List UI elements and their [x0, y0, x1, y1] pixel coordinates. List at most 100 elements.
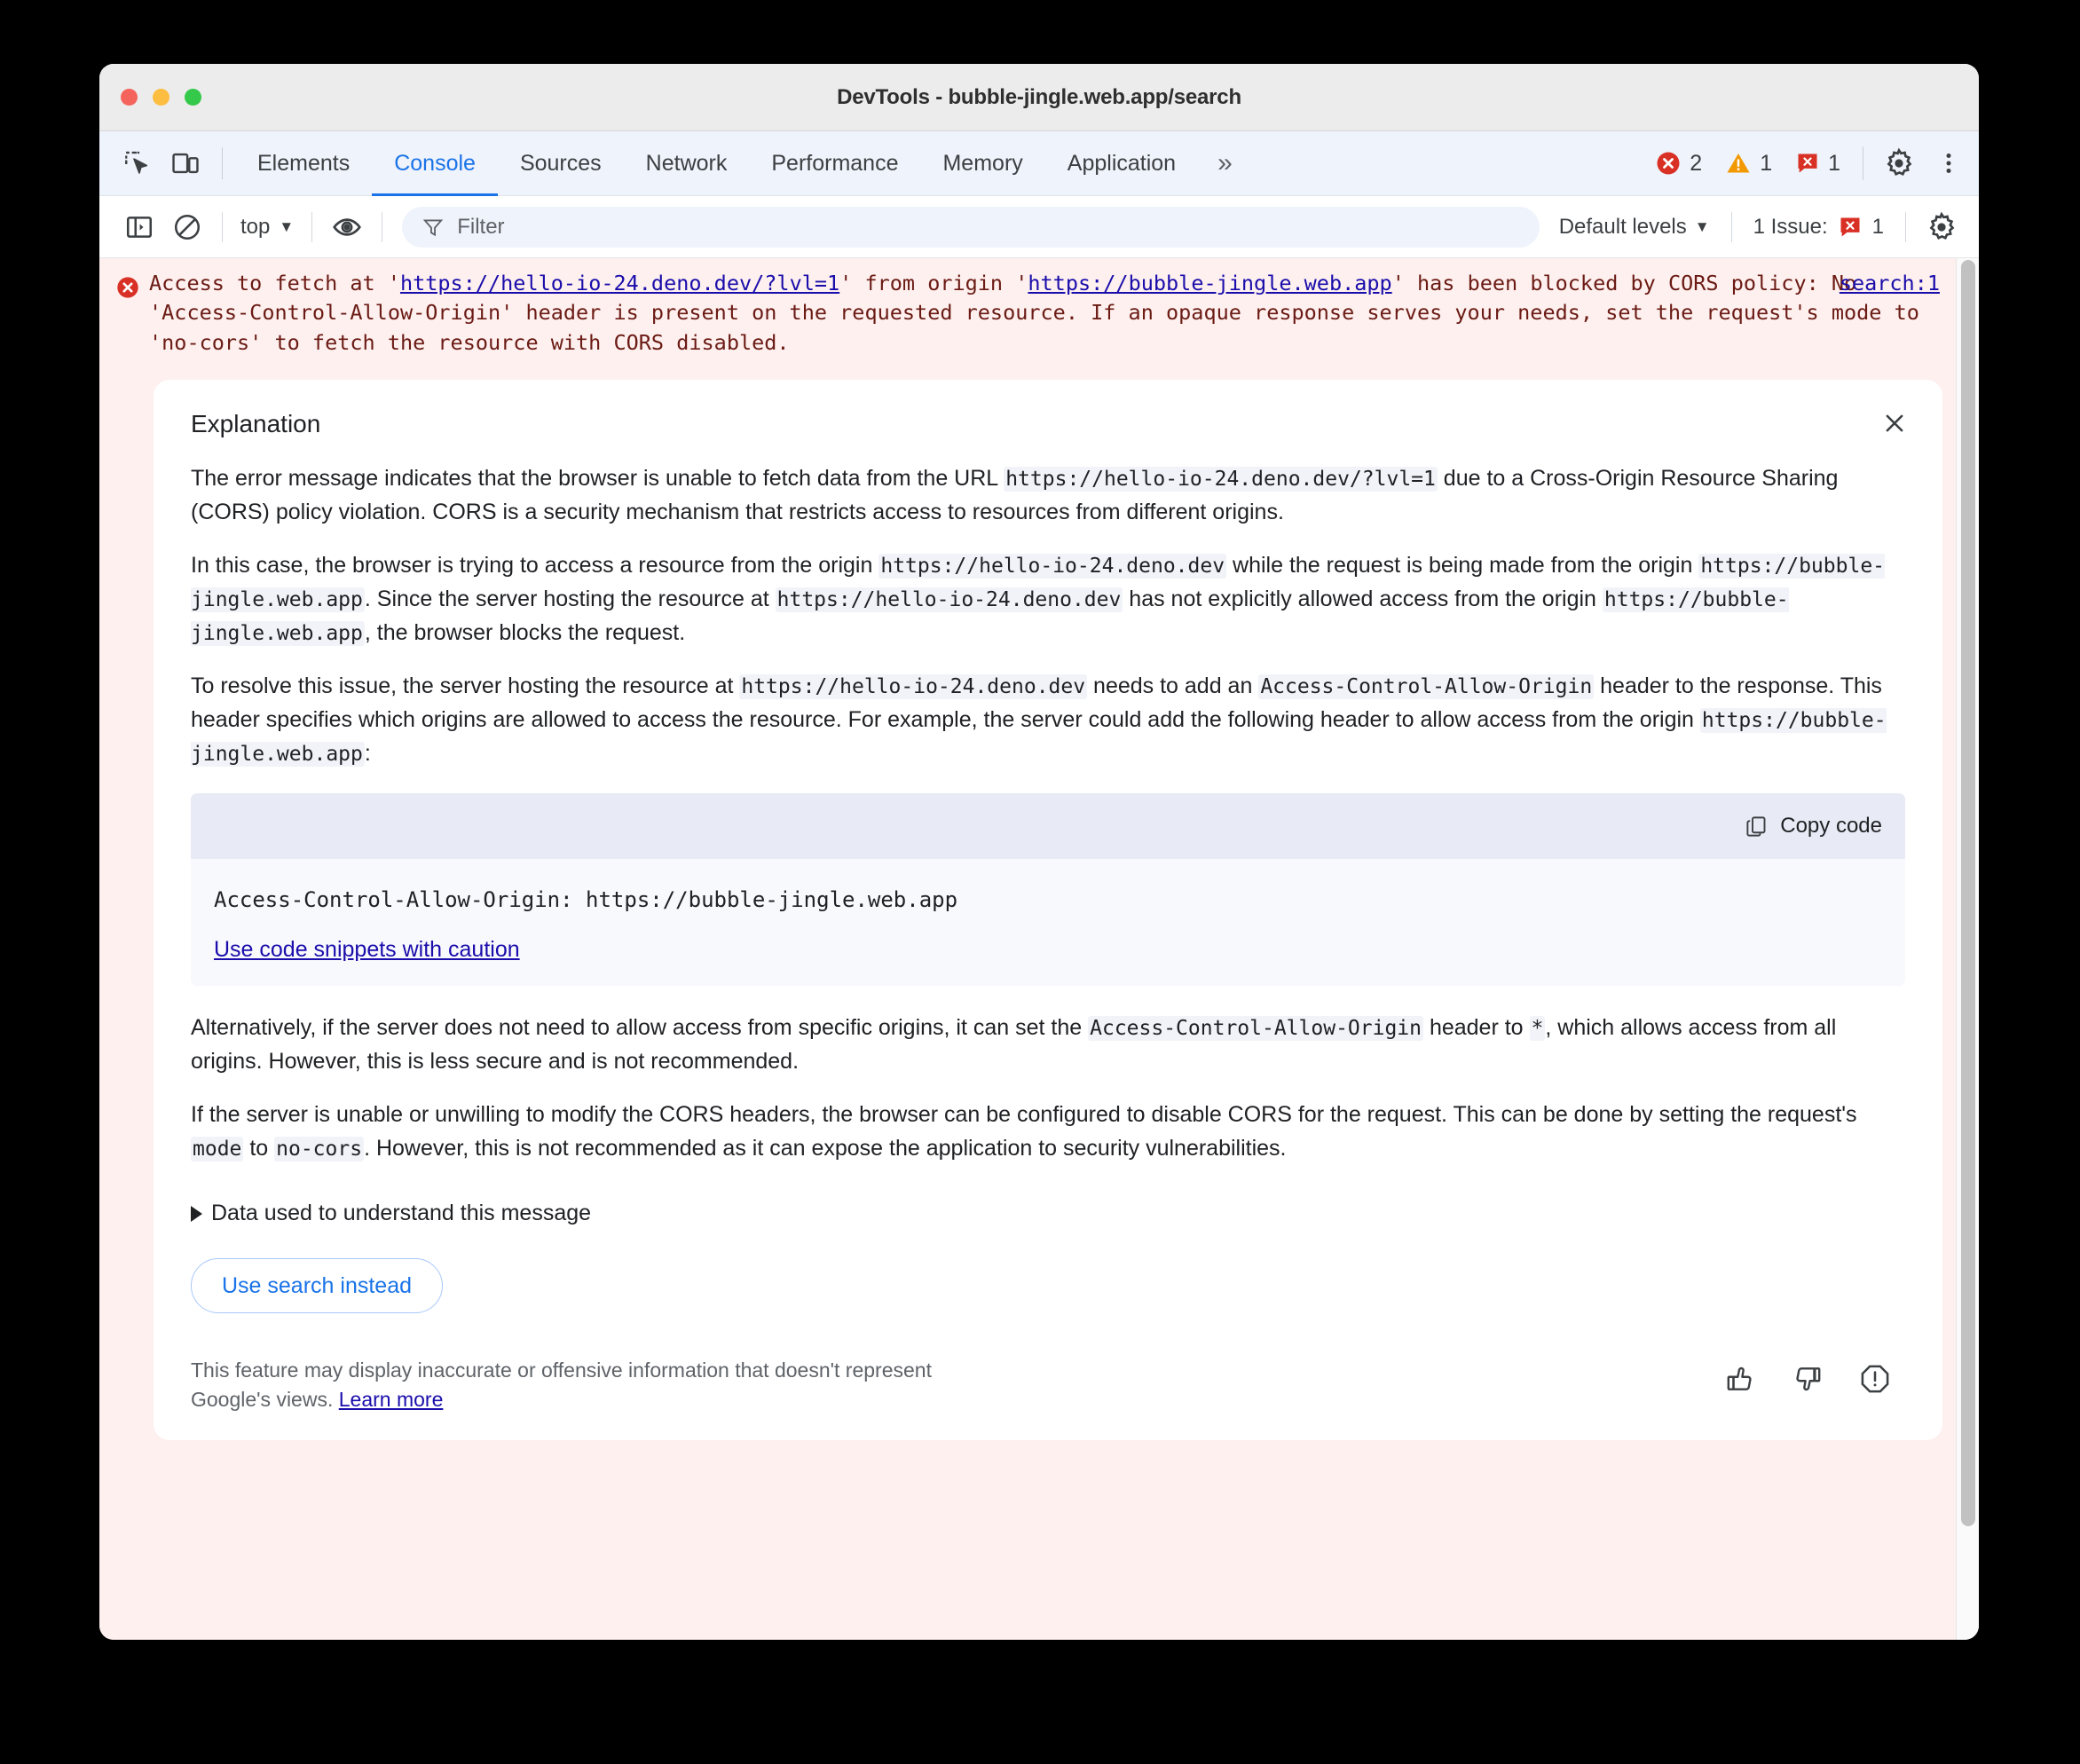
report-icon[interactable]: [1859, 1363, 1891, 1399]
p4-text-a: Alternatively, if the server does not ne…: [191, 1015, 1089, 1041]
error-source-link[interactable]: search:1: [1840, 271, 1940, 295]
error-url-link-1[interactable]: https://hello-io-24.deno.dev/?lvl=1: [400, 271, 839, 295]
filter-placeholder: Filter: [457, 214, 505, 239]
tab-performance[interactable]: Performance: [749, 131, 920, 196]
execution-context-value: top: [240, 214, 271, 239]
eye-icon[interactable]: [323, 203, 371, 251]
p2-text-c: . Since the server hosting the resource …: [364, 587, 776, 612]
panel-tabs: Elements Console Sources Network Perform…: [235, 131, 1198, 196]
data-used-label: Data used to understand this message: [211, 1201, 592, 1226]
filterbar-divider-5: [1905, 211, 1906, 242]
filterbar-divider-1: [222, 211, 223, 242]
error-message-text: Access to fetch at 'https://hello-io-24.…: [149, 269, 1940, 358]
error-url-link-2[interactable]: https://bubble-jingle.web.app: [1028, 271, 1391, 295]
p4-code-2: *: [1529, 1016, 1546, 1042]
execution-context-selector[interactable]: top ▼: [233, 215, 301, 240]
code-snippet-text: Access-Control-Allow-Origin: https://bub…: [214, 887, 958, 913]
window-title: DevTools - bubble-jingle.web.app/search: [837, 84, 1241, 109]
devtools-tabbar: Elements Console Sources Network Perform…: [99, 131, 1979, 196]
chevron-down-icon: ▼: [279, 217, 295, 235]
error-counter[interactable]: 2: [1643, 150, 1714, 177]
issue-badge-icon: [1840, 217, 1860, 236]
issues-counter[interactable]: 1: [1784, 151, 1852, 177]
warning-triangle-icon: [1727, 154, 1750, 173]
p3-text-d: :: [364, 741, 371, 767]
p1-text-a: The error message indicates that the bro…: [191, 466, 1005, 492]
data-used-disclosure[interactable]: Data used to understand this message: [191, 1201, 1905, 1226]
use-search-instead-button[interactable]: Use search instead: [191, 1258, 444, 1314]
filterbar-divider-4: [1730, 211, 1732, 242]
close-icon[interactable]: [1873, 402, 1916, 445]
filter-input[interactable]: Filter: [402, 206, 1540, 248]
p4-text-b: header to: [1423, 1015, 1530, 1041]
tab-elements[interactable]: Elements: [235, 131, 372, 196]
devtools-window: DevTools - bubble-jingle.web.app/search …: [99, 64, 1979, 1640]
gear-icon[interactable]: [1874, 138, 1924, 188]
tab-memory[interactable]: Memory: [920, 131, 1044, 196]
tab-sources[interactable]: Sources: [498, 131, 624, 196]
error-circle-icon: [1657, 152, 1680, 175]
tab-console[interactable]: Console: [372, 131, 498, 196]
disclaimer-text: This feature may display inaccurate or o…: [191, 1358, 932, 1411]
issues-label: 1 Issue:: [1753, 214, 1828, 239]
warning-counter[interactable]: 1: [1714, 150, 1784, 177]
ai-disclaimer: This feature may display inaccurate or o…: [191, 1356, 972, 1414]
thumb-up-icon[interactable]: [1724, 1363, 1756, 1399]
inspect-element-icon[interactable]: [114, 139, 162, 187]
issues-summary[interactable]: 1 Issue: 1: [1743, 215, 1895, 240]
error-text-part1: Access to fetch at ': [149, 271, 400, 295]
console-error-message[interactable]: Access to fetch at 'https://hello-io-24.…: [99, 258, 1956, 366]
p2-code-1: https://hello-io-24.deno.dev: [878, 554, 1227, 579]
p3-text-b: needs to add an: [1087, 673, 1259, 699]
warning-count: 1: [1760, 150, 1773, 176]
code-snippet-toolbar: Copy code: [191, 793, 1905, 860]
console-scrollbar[interactable]: [1956, 258, 1979, 1640]
kebab-menu-icon[interactable]: [1924, 138, 1974, 188]
p5-text-b: to: [243, 1136, 275, 1162]
thumb-down-icon[interactable]: [1792, 1363, 1824, 1399]
log-levels-selector[interactable]: Default levels ▼: [1548, 215, 1721, 240]
window-titlebar: DevTools - bubble-jingle.web.app/search: [99, 64, 1979, 131]
p4-code-1: Access-Control-Allow-Origin: [1088, 1016, 1423, 1042]
chevron-down-icon: ▼: [1694, 217, 1710, 235]
tabbar-divider: [222, 147, 223, 179]
explanation-paragraph-2: In this case, the browser is trying to a…: [191, 548, 1905, 650]
p1-code-1: https://hello-io-24.deno.dev/?lvl=1: [1004, 467, 1438, 492]
p3-code-1: https://hello-io-24.deno.dev: [739, 674, 1088, 700]
code-caution-link[interactable]: Use code snippets with caution: [214, 937, 520, 963]
p3-text-a: To resolve this issue, the server hostin…: [191, 673, 740, 699]
explanation-paragraph-1: The error message indicates that the bro…: [191, 461, 1905, 529]
console-panel: Access to fetch at 'https://hello-io-24.…: [99, 258, 1979, 1640]
log-levels-label: Default levels: [1558, 214, 1687, 239]
explanation-paragraph-5: If the server is unable or unwilling to …: [191, 1098, 1905, 1165]
console-sidebar-icon[interactable]: [115, 203, 163, 251]
p5-code-2: no-cors: [274, 1137, 365, 1162]
console-scrollbar-thumb[interactable]: [1961, 260, 1975, 1526]
p2-code-3: https://hello-io-24.deno.dev: [775, 587, 1123, 613]
p5-text-a: If the server is unable or unwilling to …: [191, 1102, 1857, 1128]
issue-counters: 2 1 1: [1643, 138, 1979, 188]
tab-application[interactable]: Application: [1045, 131, 1198, 196]
console-messages: Access to fetch at 'https://hello-io-24.…: [99, 258, 1956, 1640]
learn-more-link[interactable]: Learn more: [339, 1388, 444, 1411]
chevron-right-icon: [191, 1205, 202, 1222]
console-settings-gear-icon[interactable]: [1917, 202, 1966, 252]
p5-code-1: mode: [191, 1137, 244, 1162]
explanation-paragraph-3: To resolve this issue, the server hostin…: [191, 669, 1905, 770]
tab-network[interactable]: Network: [624, 131, 750, 196]
explanation-title: Explanation: [191, 410, 321, 438]
copy-code-button[interactable]: Copy code: [1745, 814, 1882, 839]
more-tabs-icon[interactable]: »: [1198, 150, 1250, 177]
device-toolbar-icon[interactable]: [162, 139, 209, 187]
issue-badge-icon: [1798, 154, 1817, 173]
explanation-footer: This feature may display inaccurate or o…: [191, 1356, 1905, 1414]
clear-console-icon[interactable]: [163, 203, 211, 251]
error-text-part2: ' from origin ': [839, 271, 1028, 295]
error-circle-icon: [117, 277, 138, 298]
feedback-controls: [1724, 1356, 1905, 1399]
error-count: 2: [1690, 150, 1703, 176]
p2-text-d: has not explicitly allowed access from t…: [1123, 587, 1603, 612]
code-snippet-block: Copy code Access-Control-Allow-Origin: h…: [191, 793, 1905, 987]
copy-icon: [1746, 815, 1766, 837]
p2-text-e: , the browser blocks the request.: [364, 620, 686, 646]
